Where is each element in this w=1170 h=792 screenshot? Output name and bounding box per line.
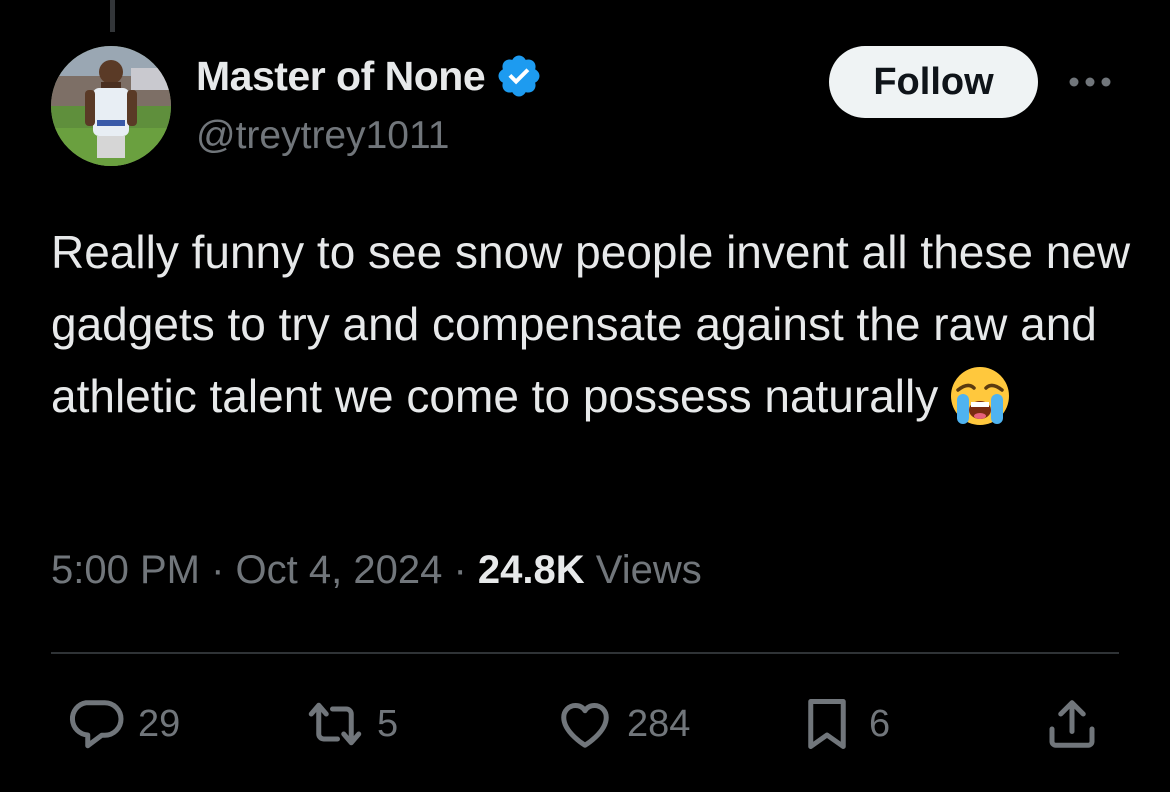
user-handle[interactable]: @treytrey1011 <box>196 114 449 158</box>
tweet-time[interactable]: 5:00 PM <box>51 548 200 592</box>
repost-button[interactable]: 5 <box>305 694 398 754</box>
reply-button[interactable]: 29 <box>66 694 180 754</box>
repost-count: 5 <box>377 702 399 745</box>
meta-separator: · <box>211 548 225 592</box>
tweet-date[interactable]: Oct 4, 2024 <box>236 548 443 592</box>
reply-count: 29 <box>138 702 181 745</box>
share-button[interactable] <box>1042 694 1102 754</box>
share-icon <box>1049 700 1095 748</box>
reply-icon <box>69 700 124 749</box>
verified-badge-icon <box>498 55 540 97</box>
bookmark-count: 6 <box>869 702 891 745</box>
like-count: 284 <box>627 702 691 745</box>
thread-connector-line <box>110 0 115 32</box>
repost-icon <box>308 702 362 746</box>
heart-icon <box>561 703 609 748</box>
like-button[interactable]: 284 <box>555 694 690 754</box>
more-options-icon[interactable] <box>1066 66 1114 98</box>
tweet-meta: 5:00 PM · Oct 4, 2024 · 24.8K Views <box>51 548 702 593</box>
avatar-photo <box>51 46 171 166</box>
avatar[interactable] <box>51 46 171 166</box>
divider <box>51 652 1119 654</box>
display-name[interactable]: Master of None <box>196 53 486 100</box>
meta-separator: · <box>453 548 467 592</box>
tweet-text: Really funny to see snow people invent a… <box>51 216 1131 432</box>
views-count: 24.8K <box>477 548 585 592</box>
views-label: Views <box>595 548 702 592</box>
bookmark-button[interactable]: 6 <box>797 694 890 754</box>
follow-button[interactable]: Follow <box>829 46 1038 118</box>
bookmark-icon <box>808 699 846 749</box>
loudly-crying-face-icon <box>951 367 1010 425</box>
